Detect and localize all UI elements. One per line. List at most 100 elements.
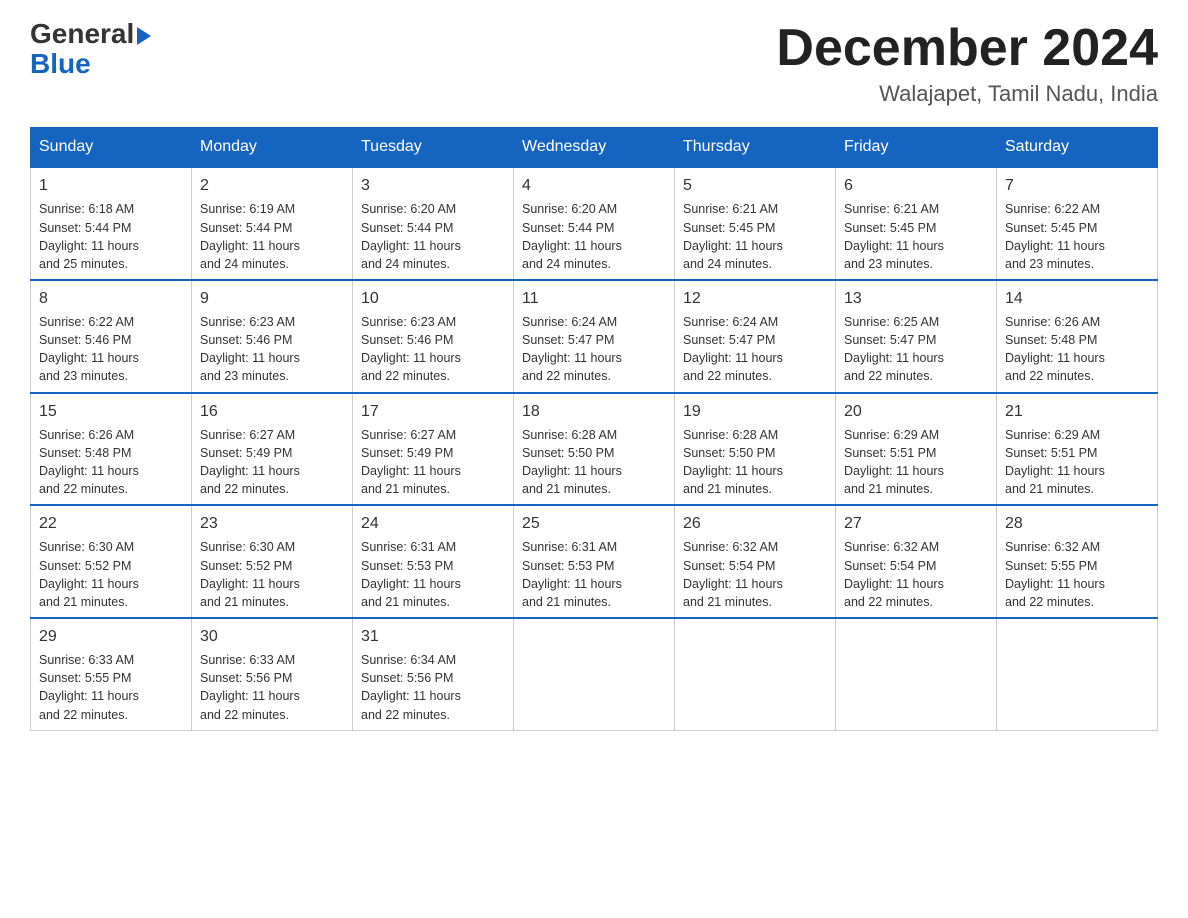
- calendar-cell: 17 Sunrise: 6:27 AMSunset: 5:49 PMDayligh…: [353, 393, 514, 506]
- day-number: 24: [361, 512, 505, 535]
- calendar-cell: 3 Sunrise: 6:20 AMSunset: 5:44 PMDaylight…: [353, 167, 514, 280]
- calendar-cell: 11 Sunrise: 6:24 AMSunset: 5:47 PMDayligh…: [514, 280, 675, 393]
- calendar-cell: 19Sunrise: 6:28 AMSunset: 5:50 PMDayligh…: [675, 393, 836, 506]
- day-info: Sunrise: 6:24 AMSunset: 5:47 PMDaylight:…: [683, 315, 783, 383]
- day-info: Sunrise: 6:22 AMSunset: 5:45 PMDaylight:…: [1005, 202, 1105, 270]
- day-info: Sunrise: 6:25 AMSunset: 5:47 PMDaylight:…: [844, 315, 944, 383]
- calendar-cell: [997, 618, 1158, 730]
- calendar-cell: 23Sunrise: 6:30 AMSunset: 5:52 PMDayligh…: [192, 505, 353, 618]
- day-info: Sunrise: 6:20 AMSunset: 5:44 PMDaylight:…: [522, 202, 622, 270]
- day-info: Sunrise: 6:20 AMSunset: 5:44 PMDaylight:…: [361, 202, 461, 270]
- day-number: 28: [1005, 512, 1149, 535]
- calendar-cell: 5 Sunrise: 6:21 AMSunset: 5:45 PMDaylight…: [675, 167, 836, 280]
- day-info: Sunrise: 6:26 AMSunset: 5:48 PMDaylight:…: [39, 428, 139, 496]
- day-number: 13: [844, 287, 988, 310]
- day-info: Sunrise: 6:27 AMSunset: 5:49 PMDaylight:…: [200, 428, 300, 496]
- day-number: 26: [683, 512, 827, 535]
- col-header-saturday: Saturday: [997, 128, 1158, 168]
- day-info: Sunrise: 6:18 AMSunset: 5:44 PMDaylight:…: [39, 202, 139, 270]
- calendar-cell: 31Sunrise: 6:34 AMSunset: 5:56 PMDayligh…: [353, 618, 514, 730]
- col-header-friday: Friday: [836, 128, 997, 168]
- calendar-cell: 16 Sunrise: 6:27 AMSunset: 5:49 PMDayligh…: [192, 393, 353, 506]
- calendar-cell: 13 Sunrise: 6:25 AMSunset: 5:47 PMDayligh…: [836, 280, 997, 393]
- day-number: 17: [361, 400, 505, 423]
- day-info: Sunrise: 6:29 AMSunset: 5:51 PMDaylight:…: [844, 428, 944, 496]
- day-number: 22: [39, 512, 183, 535]
- calendar-cell: [514, 618, 675, 730]
- calendar-cell: 7 Sunrise: 6:22 AMSunset: 5:45 PMDaylight…: [997, 167, 1158, 280]
- day-number: 2: [200, 174, 344, 197]
- day-info: Sunrise: 6:23 AMSunset: 5:46 PMDaylight:…: [200, 315, 300, 383]
- col-header-wednesday: Wednesday: [514, 128, 675, 168]
- calendar-cell: 25 Sunrise: 6:31 AMSunset: 5:53 PMDayligh…: [514, 505, 675, 618]
- day-number: 23: [200, 512, 344, 535]
- calendar-cell: 30Sunrise: 6:33 AMSunset: 5:56 PMDayligh…: [192, 618, 353, 730]
- calendar-cell: 20 Sunrise: 6:29 AMSunset: 5:51 PMDayligh…: [836, 393, 997, 506]
- day-number: 16: [200, 400, 344, 423]
- day-number: 21: [1005, 400, 1149, 423]
- day-number: 6: [844, 174, 988, 197]
- day-info: Sunrise: 6:21 AMSunset: 5:45 PMDaylight:…: [844, 202, 944, 270]
- day-number: 19: [683, 400, 827, 423]
- calendar-cell: 22 Sunrise: 6:30 AMSunset: 5:52 PMDayligh…: [31, 505, 192, 618]
- calendar-cell: 10Sunrise: 6:23 AMSunset: 5:46 PMDayligh…: [353, 280, 514, 393]
- calendar-cell: 4 Sunrise: 6:20 AMSunset: 5:44 PMDaylight…: [514, 167, 675, 280]
- day-number: 7: [1005, 174, 1149, 197]
- day-number: 25: [522, 512, 666, 535]
- day-info: Sunrise: 6:24 AMSunset: 5:47 PMDaylight:…: [522, 315, 622, 383]
- calendar-cell: 28 Sunrise: 6:32 AMSunset: 5:55 PMDayligh…: [997, 505, 1158, 618]
- day-info: Sunrise: 6:32 AMSunset: 5:54 PMDaylight:…: [844, 540, 944, 608]
- calendar-cell: 1 Sunrise: 6:18 AMSunset: 5:44 PMDaylight…: [31, 167, 192, 280]
- calendar-table: SundayMondayTuesdayWednesdayThursdayFrid…: [30, 127, 1158, 730]
- col-header-thursday: Thursday: [675, 128, 836, 168]
- col-header-monday: Monday: [192, 128, 353, 168]
- day-number: 20: [844, 400, 988, 423]
- col-header-sunday: Sunday: [31, 128, 192, 168]
- calendar-cell: 12 Sunrise: 6:24 AMSunset: 5:47 PMDayligh…: [675, 280, 836, 393]
- day-info: Sunrise: 6:33 AMSunset: 5:55 PMDaylight:…: [39, 653, 139, 721]
- day-info: Sunrise: 6:27 AMSunset: 5:49 PMDaylight:…: [361, 428, 461, 496]
- calendar-cell: 27 Sunrise: 6:32 AMSunset: 5:54 PMDayligh…: [836, 505, 997, 618]
- calendar-cell: 29 Sunrise: 6:33 AMSunset: 5:55 PMDayligh…: [31, 618, 192, 730]
- day-number: 29: [39, 625, 183, 648]
- logo-line1: General: [30, 20, 151, 48]
- day-number: 12: [683, 287, 827, 310]
- location: Walajapet, Tamil Nadu, India: [776, 81, 1158, 107]
- calendar-cell: 9 Sunrise: 6:23 AMSunset: 5:46 PMDaylight…: [192, 280, 353, 393]
- day-info: Sunrise: 6:34 AMSunset: 5:56 PMDaylight:…: [361, 653, 461, 721]
- day-info: Sunrise: 6:31 AMSunset: 5:53 PMDaylight:…: [522, 540, 622, 608]
- day-number: 5: [683, 174, 827, 197]
- calendar-cell: 26 Sunrise: 6:32 AMSunset: 5:54 PMDayligh…: [675, 505, 836, 618]
- day-number: 11: [522, 287, 666, 310]
- calendar-cell: 6 Sunrise: 6:21 AMSunset: 5:45 PMDaylight…: [836, 167, 997, 280]
- page-header: General Blue December 2024 Walajapet, Ta…: [30, 20, 1158, 107]
- calendar-cell: 14 Sunrise: 6:26 AMSunset: 5:48 PMDayligh…: [997, 280, 1158, 393]
- day-info: Sunrise: 6:30 AMSunset: 5:52 PMDaylight:…: [39, 540, 139, 608]
- day-number: 3: [361, 174, 505, 197]
- month-title: December 2024: [776, 20, 1158, 77]
- col-header-tuesday: Tuesday: [353, 128, 514, 168]
- day-info: Sunrise: 6:32 AMSunset: 5:55 PMDaylight:…: [1005, 540, 1105, 608]
- day-info: Sunrise: 6:29 AMSunset: 5:51 PMDaylight:…: [1005, 428, 1105, 496]
- day-info: Sunrise: 6:32 AMSunset: 5:54 PMDaylight:…: [683, 540, 783, 608]
- day-number: 9: [200, 287, 344, 310]
- calendar-cell: 18 Sunrise: 6:28 AMSunset: 5:50 PMDayligh…: [514, 393, 675, 506]
- calendar-cell: 21 Sunrise: 6:29 AMSunset: 5:51 PMDayligh…: [997, 393, 1158, 506]
- day-number: 1: [39, 174, 183, 197]
- calendar-cell: 8 Sunrise: 6:22 AMSunset: 5:46 PMDaylight…: [31, 280, 192, 393]
- day-info: Sunrise: 6:21 AMSunset: 5:45 PMDaylight:…: [683, 202, 783, 270]
- day-number: 14: [1005, 287, 1149, 310]
- calendar-cell: 2Sunrise: 6:19 AMSunset: 5:44 PMDaylight…: [192, 167, 353, 280]
- day-info: Sunrise: 6:26 AMSunset: 5:48 PMDaylight:…: [1005, 315, 1105, 383]
- day-info: Sunrise: 6:28 AMSunset: 5:50 PMDaylight:…: [522, 428, 622, 496]
- day-number: 30: [200, 625, 344, 648]
- day-number: 10: [361, 287, 505, 310]
- calendar-cell: [836, 618, 997, 730]
- day-number: 4: [522, 174, 666, 197]
- day-info: Sunrise: 6:22 AMSunset: 5:46 PMDaylight:…: [39, 315, 139, 383]
- day-number: 15: [39, 400, 183, 423]
- day-number: 18: [522, 400, 666, 423]
- day-number: 8: [39, 287, 183, 310]
- calendar-cell: 24Sunrise: 6:31 AMSunset: 5:53 PMDayligh…: [353, 505, 514, 618]
- day-number: 27: [844, 512, 988, 535]
